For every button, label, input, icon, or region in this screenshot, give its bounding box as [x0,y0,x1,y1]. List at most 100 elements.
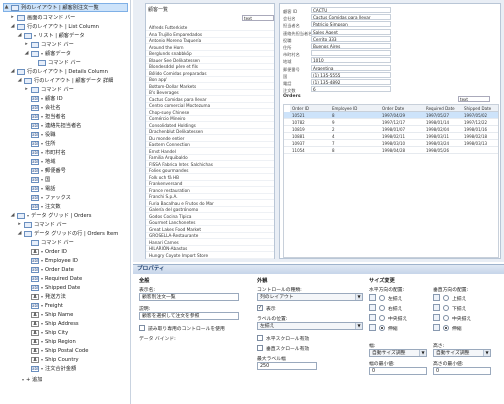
field-value[interactable]: Patricio Simpson [311,21,391,28]
show-checkbox[interactable]: ✓ [257,305,263,311]
tree-item[interactable]: ◢ 行のレイアウト | Details Column [10,67,128,76]
tree-item[interactable]: abl ▾ 役職 [24,130,128,139]
chevron-down-icon[interactable]: ▾ [41,312,43,317]
radio-button[interactable] [379,325,385,331]
tree-item[interactable]: abl ▾ 電話 [24,184,128,193]
chevron-down-icon[interactable]: ▾ [41,321,43,326]
tree-item[interactable]: abl ▾ Shipped Date [24,283,128,292]
min-height-field[interactable]: 0 [433,367,491,375]
expander-icon[interactable]: ◢ [10,24,15,29]
chevron-down-icon[interactable]: ▾ [41,132,43,137]
expander-icon[interactable]: ◢ [17,33,22,38]
field-value[interactable] [311,50,391,57]
description-field[interactable]: 顧客を選択して注文を参照 [139,312,239,320]
chevron-down-icon[interactable]: ▾ [41,285,43,290]
tree-item[interactable]: ▸ コマンド バー [24,85,128,94]
tree-item[interactable]: ◢ ▾ リスト | 顧客データ [17,31,128,40]
radio-button[interactable] [379,305,385,311]
chevron-down-icon[interactable]: ▾ [41,258,43,263]
tree-item[interactable]: ▾ + 追加 [17,375,128,384]
tree-item[interactable]: ▲ 列のレイアウト | 顧客別注文一覧 [3,3,128,12]
chevron-down-icon[interactable]: ▾ [41,204,43,209]
field-value[interactable]: Argentina [311,64,391,71]
grid-column-header[interactable]: Employee ID [330,105,380,112]
expander-icon[interactable]: ▸ [10,15,15,20]
field-value[interactable]: 6 [311,86,391,93]
tree-item[interactable]: abl ▾ 連絡先担当者名 [24,121,128,130]
chevron-down-icon[interactable]: ▾ [41,96,43,101]
grid-column-header[interactable]: Order ID [290,105,330,112]
tree-item[interactable]: ◢ データ グリッドの行 | Orders Item [17,229,128,238]
label-position-dropdown[interactable]: 左揃え ▼ [257,322,363,330]
tree-item[interactable]: abl ▾ 顧客 ID [24,94,128,103]
expander-icon[interactable]: ◢ [17,231,22,236]
chevron-down-icon[interactable]: ▾ [41,357,43,362]
chevron-down-icon[interactable]: ▾ [41,150,43,155]
chevron-down-icon[interactable]: ▾ [41,339,43,344]
chevron-down-icon[interactable]: ▾ [34,33,36,38]
chevron-down-icon[interactable]: ▾ [41,114,43,119]
expander-icon[interactable]: ◢ [17,78,22,83]
tree-item[interactable]: ◢ 行のレイアウト | List Column [10,22,128,31]
tree-item[interactable]: A ▾ Ship City [24,328,128,337]
tree-item[interactable]: abl ▾ Freight [24,301,128,310]
hscroll-checkbox[interactable] [257,335,263,341]
table-row[interactable]: 10819 2 1998/01/07 1998/02/04 1998/01/16 [284,126,498,133]
chevron-down-icon[interactable]: ▾ [41,195,43,200]
chevron-down-icon[interactable]: ▾ [41,105,43,110]
chevron-down-icon[interactable]: ▾ [41,123,43,128]
table-row[interactable]: 10937 7 1998/03/10 1998/03/24 1998/03/13 [284,140,498,147]
orders-grid[interactable]: Order ID Employee ID Order Date Required Da… [283,104,499,258]
radio-button[interactable] [379,295,385,301]
radio-button[interactable] [443,325,449,331]
field-value[interactable]: Buenos Aires [311,43,391,49]
radio-button[interactable] [443,305,449,311]
orders-search-input[interactable]: text [458,96,490,102]
table-row[interactable]: 10881 4 1998/02/11 1998/03/11 1998/02/18 [284,133,498,140]
chevron-down-icon[interactable]: ▾ [41,303,43,308]
chevron-down-icon[interactable]: ▾ [27,213,29,218]
display-name-field[interactable]: 顧客別注文一覧 [139,293,239,301]
tree-item[interactable]: abl ▾ 地域 [24,157,128,166]
control-type-dropdown[interactable]: 列のレイアウト ▼ [257,293,363,301]
chevron-down-icon[interactable]: ▾ [41,51,43,56]
field-value[interactable]: Cactus Comidas para llevar [311,14,391,21]
radio-button[interactable] [379,315,385,321]
tree-item[interactable]: ◢ ▾ 顧客データ [24,49,128,58]
expander-icon[interactable]: ◢ [10,213,15,218]
chevron-down-icon[interactable]: ▾ [41,267,43,272]
grid-column-header[interactable]: Required Date [424,105,462,112]
tree-item[interactable]: abl ▾ Employee ID [24,256,128,265]
tree-item[interactable]: A ▾ Ship Postal Code [24,346,128,355]
tree-item[interactable]: abl ▾ 住所 [24,139,128,148]
tree-item[interactable]: abl ▾ 注文合計金額 [24,364,128,373]
expander-icon[interactable]: ◢ [10,69,15,74]
field-value[interactable]: 1010 [311,57,391,64]
vscroll-checkbox[interactable] [257,345,263,351]
width-dropdown[interactable]: 自動サイズ調整 ▼ [369,349,427,357]
tree-item[interactable]: abl ▾ 注文数 [24,202,128,211]
chevron-down-icon[interactable]: ▾ [41,168,43,173]
tree-item[interactable]: ▸ コマンド バー [24,40,128,49]
grid-column-header[interactable]: Order Date [380,105,424,112]
table-row[interactable]: 10521 8 1997/04/29 1997/05/27 1997/05/02 [284,112,498,119]
chevron-down-icon[interactable]: ▾ [41,348,43,353]
tree-item[interactable]: abl ▾ 国 [24,175,128,184]
expander-icon[interactable]: ▲ [4,5,9,10]
tree-item[interactable]: abl ▾ ファックス [24,193,128,202]
tree-item[interactable]: ▸ 画面のコマンド バー [10,13,128,22]
tree-item[interactable]: abl ▾ 会社名 [24,103,128,112]
chevron-down-icon[interactable]: ▾ [41,186,43,191]
field-value[interactable]: CACTU [311,7,391,13]
max-label-width-field[interactable]: 250 [257,362,317,370]
tree-item[interactable]: ▸ コマンド バー [17,220,128,229]
chevron-down-icon[interactable]: ▾ [41,294,43,299]
radio-button[interactable] [443,315,449,321]
table-row[interactable]: 11054 8 1998/04/28 1998/05/26 [284,147,498,154]
chevron-down-icon[interactable]: ▾ [41,276,43,281]
height-dropdown[interactable]: 自動サイズ調整 ▼ [433,349,491,357]
tree-item[interactable]: A ▾ 発送方法 [24,292,128,301]
field-value[interactable]: (1) 135-5555 [311,71,391,78]
tree-item[interactable]: abl ▾ Required Date [24,274,128,283]
expander-icon[interactable]: ▸ [24,87,29,92]
